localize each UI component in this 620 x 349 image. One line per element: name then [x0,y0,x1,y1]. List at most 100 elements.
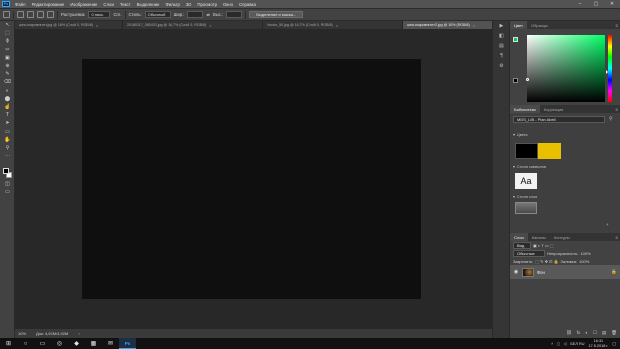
pen-tool-icon[interactable]: ☝ [0,103,15,111]
opacity-value[interactable]: 100% [580,251,590,256]
adjustment-layer-icon[interactable]: ◐ [585,330,588,335]
menu-help[interactable]: Справка [236,2,259,7]
tab-paths[interactable]: Контуры [550,233,574,241]
link-layers-icon[interactable]: ⛓ [566,330,572,336]
close-tab-icon[interactable]: × [96,23,98,28]
crop-tool-icon[interactable]: ✂ [0,46,15,54]
play-icon[interactable]: ▶ [493,21,510,31]
properties-icon[interactable]: ◧ [493,31,510,41]
layer-style-sample[interactable] [515,202,537,214]
menu-layers[interactable]: Слои [100,2,116,7]
hand-tool-icon[interactable]: ✋ [0,136,15,144]
layer-row[interactable]: ◉ Фон 🔒 [510,265,620,279]
document-tab[interactable]: 20180117_080433.jpg @ 16,7% (Слой 0, RGB… [123,21,263,29]
layer-name[interactable]: Фон [537,270,545,275]
menu-select[interactable]: Выделение [134,2,163,7]
width-input[interactable] [187,11,204,18]
tab-layers[interactable]: Слои [510,233,528,241]
frame-tool-icon[interactable]: ▣ [0,54,15,62]
document-info[interactable]: Док: 4,92М/4,92М [36,331,68,336]
type-tool-icon[interactable]: T [0,111,15,119]
gradient-tool-icon[interactable]: ◐ [0,87,15,95]
path-selection-tool-icon[interactable]: ➤ [0,119,15,127]
network-icon[interactable]: ▯ [557,341,559,346]
foreground-color-indicator[interactable] [513,37,518,42]
intersect-selection-icon[interactable] [47,11,54,18]
eraser-tool-icon[interactable]: ⌫ [0,78,15,86]
notifications-icon[interactable]: ▢ [612,341,616,346]
color-picker-field[interactable] [527,35,605,102]
fill-value[interactable]: 100% [579,259,589,264]
menu-file[interactable]: Файл [12,2,29,7]
chevron-down-icon[interactable]: ▾ [513,164,515,169]
library-color-swatch[interactable] [515,143,538,159]
more-tools-icon[interactable]: ··· [0,152,15,160]
background-color-indicator[interactable] [513,78,518,83]
chevron-down-icon[interactable]: ▾ [513,194,515,199]
file-explorer-icon[interactable]: ▦ [85,338,102,349]
character-style-sample[interactable]: Aa [515,173,537,189]
subtract-selection-icon[interactable] [37,11,44,18]
layer-style-icon[interactable]: fx [577,330,581,335]
hue-slider[interactable] [608,35,612,102]
layer-kind-filter[interactable]: Вид [513,241,531,249]
tab-swatches[interactable]: Образцы [527,21,552,29]
library-search-icon[interactable]: ⚲ [609,116,613,122]
tab-libraries[interactable]: Библиотеки [510,105,540,113]
swap-icon[interactable]: ⇄ [206,12,210,17]
settings-icon[interactable]: ⚙ [493,61,510,71]
mail-icon[interactable]: ✉ [102,338,119,349]
color-picker-cursor[interactable] [526,78,529,81]
new-layer-icon[interactable]: ▤ [602,330,606,336]
lasso-tool-icon[interactable]: ϕ [0,37,15,45]
tab-channels[interactable]: Каналы [528,233,550,241]
blend-mode-select[interactable]: Обычные [513,249,545,257]
select-and-mask-button[interactable]: Выделение и маска... [249,11,304,18]
filter-icons[interactable]: ▣ ◐ T ▭ ⬚ [533,243,554,248]
close-tab-icon[interactable]: × [473,23,475,28]
panel-menu-icon[interactable]: ≡ [615,233,620,241]
status-arrow-icon[interactable]: › [78,331,79,336]
close-tab-icon[interactable]: × [336,23,338,28]
clock[interactable]: 16:31 17.5.2018 г. [588,339,608,348]
add-to-library-icon[interactable]: + [606,222,609,227]
browser-icon[interactable]: ◎ [51,338,68,349]
maximize-button[interactable]: ▢ [588,1,604,7]
menu-edit[interactable]: Редактирование [29,2,68,7]
photoshop-taskbar-icon[interactable]: Ps [119,338,136,349]
menu-filter[interactable]: Фильтр [162,2,182,7]
height-input[interactable] [226,11,243,18]
document-tab[interactable]: Vector_50.jpg @ 16,7% (Слой 0, RGB/8) × [263,21,403,29]
menu-type[interactable]: Текст [117,2,134,7]
eye-icon[interactable]: ◉ [513,269,519,275]
close-button[interactable]: ✕ [604,1,620,7]
move-tool-icon[interactable]: ↖ [0,21,15,29]
dodge-tool-icon[interactable]: ⬤ [0,95,15,103]
task-view-icon[interactable]: ▭ [34,338,51,349]
language-indicator[interactable]: БЕЛ RU [570,342,584,346]
tray-arrow-icon[interactable]: ˄ [551,342,553,346]
close-tab-icon[interactable]: × [209,23,211,28]
zoom-level[interactable]: 10% [18,331,26,336]
layer-comps-icon[interactable]: ▤ [493,41,510,51]
add-selection-icon[interactable] [27,11,34,18]
hue-slider-marker[interactable] [606,70,608,74]
feather-input[interactable]: 0 пикс. [88,11,111,18]
library-select[interactable]: MDS_LIB - Plan Abell [513,116,605,123]
new-selection-icon[interactable] [17,11,24,18]
volume-icon[interactable]: ◁ [563,341,566,346]
menu-window[interactable]: Окно [220,2,236,7]
rectangle-tool-icon[interactable]: ▭ [0,127,15,135]
app-icon[interactable]: ◆ [68,338,85,349]
document-tab[interactable]: шея-покровнгатт.jpg @ 16% (Слой 0, RGB/8… [15,21,123,29]
zoom-tool-icon[interactable]: ⚲ [0,144,15,152]
menu-image[interactable]: Изображение [67,2,100,7]
menu-3d[interactable]: 3D [183,2,195,7]
library-color-swatch[interactable] [538,143,561,159]
tab-adjustments[interactable]: Коррекция [540,105,568,113]
menu-view[interactable]: Просмотр [194,2,220,7]
tab-color[interactable]: Цвет [510,21,527,29]
panel-menu-icon[interactable]: ≡ [615,105,620,113]
healing-tool-icon[interactable]: ⊕ [0,62,15,70]
marquee-tool-icon[interactable]: ⬚ [0,29,15,37]
